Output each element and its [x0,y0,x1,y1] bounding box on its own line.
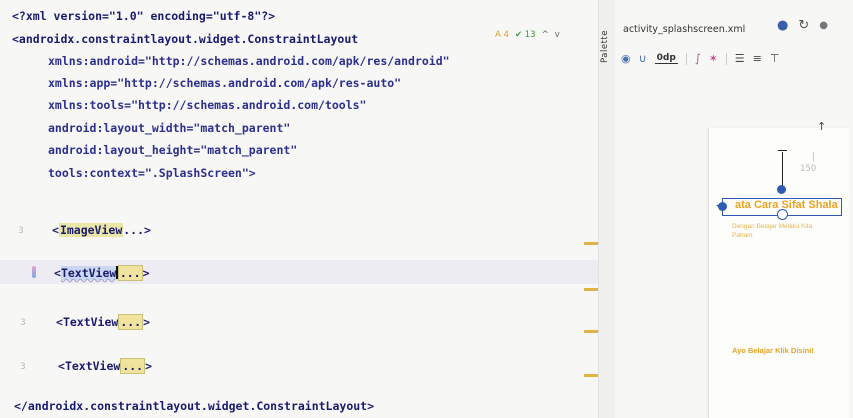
device-preview[interactable] [708,128,849,418]
preview-title-text[interactable]: ata Cara Sifat Shala [735,199,838,211]
constraint-arrow-head [778,150,787,151]
warning-count[interactable]: A 4 [495,30,509,40]
xml-declaration-line[interactable]: <?xml version="1.0" encoding="utf-8"?> [12,8,275,24]
dimension-label: 150 [800,164,817,174]
fold-dots[interactable]: ... [123,223,144,237]
constraint-handle-bottom[interactable] [777,209,788,220]
text-baseline-icon[interactable]: ⊤ [770,52,780,65]
palette-strip[interactable]: Palette [598,0,616,418]
toolbar-separator [685,52,687,65]
warning-marker[interactable] [584,330,598,333]
device-icon[interactable]: ● [819,20,828,31]
gutter-line-number: 3 [20,318,26,328]
fold-dots[interactable]: ... [118,314,144,330]
xmlns-android-line[interactable]: xmlns:android="http://schemas.android.co… [48,53,450,69]
fold-close-bracket: > [143,315,151,329]
toolbar-separator [725,52,727,65]
fold-dots[interactable]: ... [117,265,143,281]
fold-open-bracket: < [58,359,65,373]
warning-marker[interactable] [584,242,598,245]
eye-icon[interactable]: ◉ [621,52,631,65]
panel-tab-icons: ● ↻ ● [777,18,828,33]
pin-icon[interactable]: ↑ [817,120,826,133]
fold-tag-name: TextView [64,359,121,373]
code-editor[interactable]: <?xml version="1.0" encoding="utf-8"?> <… [0,0,598,418]
next-highlight-icon[interactable]: v [555,30,560,40]
layout-height-line[interactable]: android:layout_height="match_parent" [48,142,297,158]
ok-count[interactable]: ✔ 13 [515,30,536,40]
xmlns-tools-line[interactable]: xmlns:tools="http://schemas.android.com/… [48,97,367,113]
folded-textview-current[interactable]: <TextView... > [54,265,150,281]
guidelines-icon[interactable]: ☰ [735,52,745,65]
fold-tag-name: TextView [62,315,119,329]
fold-dots[interactable]: ... [120,358,146,374]
gutter-line-number: 3 [18,226,24,236]
fold-tag-name-selected: TextView [60,266,117,280]
root-close-tag-line[interactable]: </androidx.constraintlayout.widget.Const… [14,398,374,414]
previous-highlight-icon[interactable]: ^ [542,30,549,40]
preview-subtitle-text[interactable]: Dengan Belajar Melalui Kita Paham [732,222,817,240]
layout-toolbar: ◉ ∪ 0dp ∫ ✶ ☰ ≡ ⊤ [621,52,779,65]
root-open-tag-line[interactable]: <androidx.constraintlayout.widget.Constr… [12,31,358,47]
preview-bottom-text[interactable]: Ayo Belajar Klik Disini! [732,345,822,356]
folded-textview[interactable]: <TextView... > [56,314,150,330]
constraint-line [782,152,783,188]
design-surface-icon[interactable]: ● [777,18,788,33]
fold-close-bracket: > [145,359,153,373]
dimension-tick [813,152,814,162]
fold-close-bracket: > [144,223,151,237]
fold-open-bracket: < [52,223,59,237]
gutter-change-marker [32,266,36,278]
fold-open-bracket: < [56,315,63,329]
magnet-icon[interactable]: ∪ [639,52,647,65]
gutter-line-number: 3 [20,362,26,372]
xmlns-app-line[interactable]: xmlns:app="http://schemas.android.com/ap… [48,75,401,91]
file-tab-name[interactable]: activity_splashscreen.xml [623,24,745,35]
clear-constraints-icon[interactable]: ∫ [695,52,701,65]
infer-constraints-icon[interactable]: ✶ [709,52,718,65]
inspection-widget[interactable]: A 4 ✔ 13 ^ v [495,30,560,40]
folded-textview[interactable]: <TextView... > [58,358,152,374]
warning-marker[interactable] [584,374,598,377]
constraint-handle-left[interactable] [718,202,727,211]
orientation-icon[interactable]: ↻ [798,18,809,33]
fold-close-bracket: > [142,266,150,280]
default-margin-button[interactable]: 0dp [654,53,678,64]
palette-tab[interactable]: Palette [600,30,610,63]
constraint-handle-top[interactable] [777,185,786,194]
align-icon[interactable]: ≡ [753,52,762,65]
warning-marker[interactable] [584,288,598,291]
folded-imageview[interactable]: <ImageView...> [52,222,151,238]
layout-width-line[interactable]: android:layout_width="match_parent" [48,120,290,136]
fold-tag-name: ImageView [58,223,124,237]
tools-context-line[interactable]: tools:context=".SplashScreen"> [48,165,256,181]
fold-open-bracket: < [54,266,61,280]
